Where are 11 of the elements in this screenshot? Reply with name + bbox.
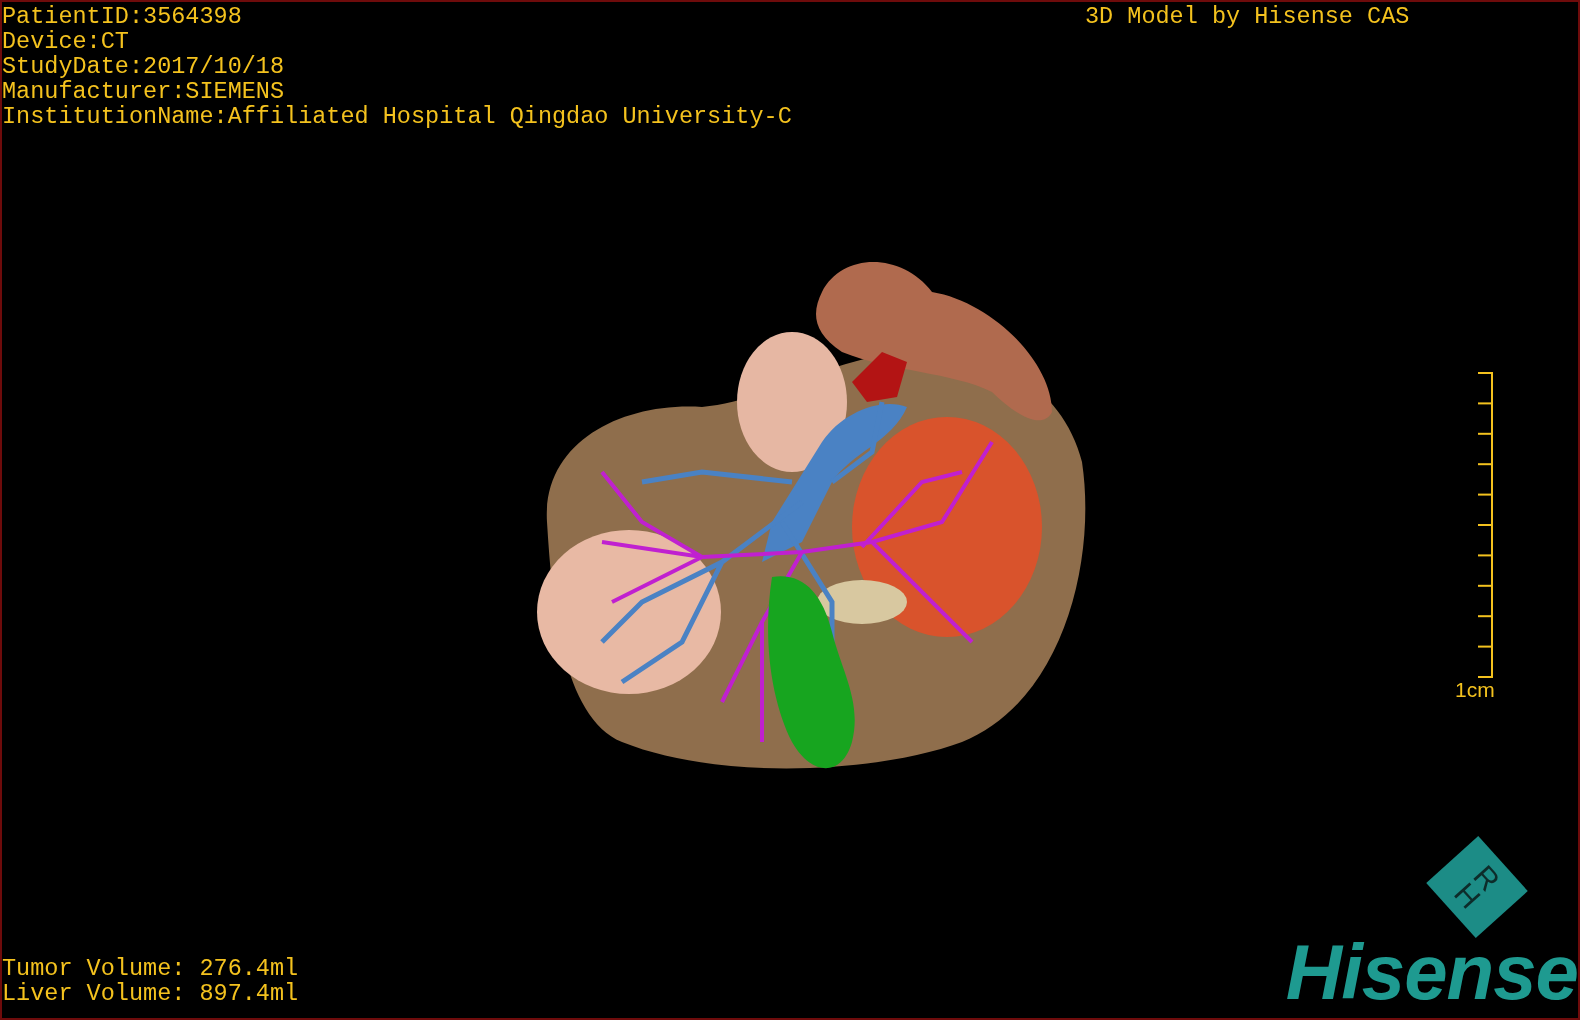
info-line: Device:CT	[2, 29, 130, 54]
info-line: StudyDate:2017/10/18	[2, 54, 286, 79]
orientation-cube[interactable]: H R	[1426, 836, 1528, 938]
volume-reading: Liver Volume: 897.4ml	[2, 981, 299, 1006]
info-line: Manufacturer:SIEMENS	[2, 79, 286, 104]
3d-viewport[interactable]	[0, 0, 1580, 1020]
scale-label: 1cm	[1455, 678, 1495, 702]
info-line: InstitutionName:Affiliated Hospital Qingdao University-C	[2, 104, 792, 129]
viewer-title: 3D Model by Hisense CAS	[1085, 4, 1410, 29]
info-line: PatientID:3564398	[2, 4, 243, 29]
volume-reading: Tumor Volume: 276.4ml	[2, 956, 299, 981]
